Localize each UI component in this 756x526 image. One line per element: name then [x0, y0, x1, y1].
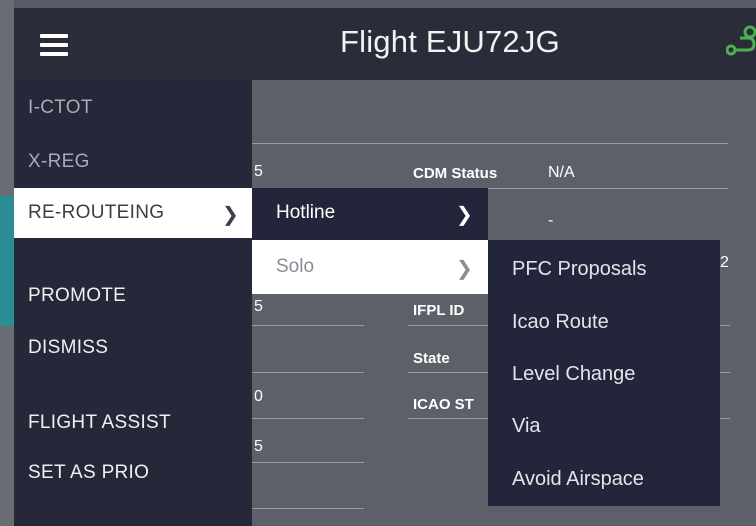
icao-st-label: ICAO ST: [413, 396, 474, 413]
page-title: Flight EJU72JG: [340, 24, 560, 59]
route-icon[interactable]: [726, 24, 756, 58]
submenu-item-solo[interactable]: Solo: [276, 256, 314, 278]
menu-item-promote[interactable]: PROMOTE: [28, 285, 126, 307]
divider-line: [408, 372, 488, 373]
submenu-item-icao-route[interactable]: Icao Route: [512, 311, 609, 334]
divider-line: [720, 418, 730, 419]
field-fragment: 2: [720, 254, 729, 271]
chevron-right-icon: ❯: [222, 204, 239, 226]
dash-value: -: [548, 212, 554, 229]
divider-line: [408, 418, 488, 419]
ifpl-id-label: IFPL ID: [413, 302, 465, 319]
menu-icon[interactable]: [40, 34, 68, 56]
menu-item-x-reg[interactable]: X-REG: [28, 151, 90, 173]
field-fragment: 5: [254, 438, 263, 455]
divider-line: [720, 372, 730, 373]
menu-item-re-routeing-label: RE-ROUTEING: [28, 202, 165, 223]
submenu-item-pfc-proposals[interactable]: PFC Proposals: [512, 258, 647, 281]
submenu-item-level-change[interactable]: Level Change: [512, 363, 635, 386]
submenu-item-hotline[interactable]: Hotline: [276, 202, 335, 224]
menu-item-flight-assist[interactable]: FLIGHT ASSIST: [28, 412, 171, 434]
menu-item-set-as-prio[interactable]: SET AS PRIO: [28, 462, 149, 484]
cdm-status-label: CDM Status: [413, 165, 498, 182]
submenu-item-via[interactable]: Via: [512, 415, 541, 438]
chevron-right-icon: ❯: [456, 258, 473, 280]
divider-line: [252, 462, 364, 463]
state-label: State: [413, 350, 450, 367]
submenu-item-avoid-airspace[interactable]: Avoid Airspace: [512, 468, 644, 491]
menu-item-dismiss[interactable]: DISMISS: [28, 337, 108, 359]
divider-line: [252, 372, 364, 373]
divider-line: [252, 418, 364, 419]
divider-line: [252, 325, 364, 326]
divider-line: [720, 325, 730, 326]
field-fragment: 0: [254, 388, 263, 405]
field-fragment: 5: [254, 163, 263, 180]
menu-item-i-ctot[interactable]: I-CTOT: [28, 97, 93, 119]
divider-line: [252, 508, 364, 509]
divider-line: [252, 143, 728, 144]
field-fragment: 5: [254, 298, 263, 315]
divider-line: [408, 325, 488, 326]
cdm-status-value: N/A: [548, 164, 575, 181]
chevron-right-icon: ❯: [456, 204, 473, 226]
